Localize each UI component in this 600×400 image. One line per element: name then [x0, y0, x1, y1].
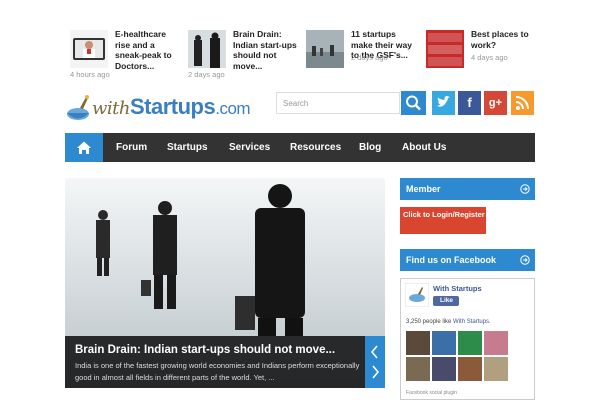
news-title[interactable]: E-healthcare rise and a sneak-peak to Do…: [115, 29, 179, 71]
circle-arrow-icon: [520, 184, 530, 194]
fb-count-link[interactable]: With Startups.: [453, 319, 491, 325]
nav-item-about-us[interactable]: About Us: [402, 133, 446, 162]
page-avatar[interactable]: [405, 283, 429, 307]
home-icon: [77, 141, 91, 154]
logo-text: withStartups.com: [92, 94, 251, 120]
fb-like-label: Like: [440, 297, 454, 304]
fan-avatar[interactable]: [406, 357, 430, 381]
news-time: 2 days ago: [188, 70, 225, 79]
news-thumbnail[interactable]: [306, 30, 344, 68]
news-item[interactable]: E-healthcare rise and a sneak-peak to Do…: [68, 26, 180, 79]
search-icon: [406, 95, 421, 111]
facebook-widget-header: Find us on Facebook: [400, 249, 535, 271]
circle-arrow-icon: [520, 255, 530, 265]
fan-avatar[interactable]: [458, 331, 482, 355]
fb-like-button[interactable]: Like: [433, 296, 459, 306]
twitter-button[interactable]: [432, 91, 455, 115]
nav-home[interactable]: [65, 133, 103, 162]
nav-item-services[interactable]: Services: [229, 133, 270, 162]
googleplus-icon: g+: [488, 97, 503, 109]
news-time: 2 days ago: [351, 53, 388, 62]
news-thumbnail[interactable]: [426, 30, 464, 68]
chevron-right-icon[interactable]: [372, 365, 380, 379]
rss-button[interactable]: [511, 91, 534, 115]
featured-slider[interactable]: Brain Drain: Indian start-ups should not…: [65, 178, 385, 388]
fan-avatar[interactable]: [484, 357, 508, 381]
fb-count-text: 3,250 people like: [406, 319, 454, 325]
fan-avatar[interactable]: [432, 331, 456, 355]
fan-avatar[interactable]: [432, 357, 456, 381]
fan-avatar[interactable]: [406, 331, 430, 355]
news-thumbnail[interactable]: [188, 30, 226, 68]
main-nav: Forum Startups Services Resources Blog A…: [65, 133, 535, 162]
facebook-widget-title: Find us on Facebook: [406, 255, 497, 265]
nav-item-resources[interactable]: Resources: [290, 133, 341, 162]
facebook-icon: f: [467, 95, 472, 110]
logo-icon: [67, 95, 89, 120]
news-time: 4 days ago: [471, 53, 508, 62]
facebook-button[interactable]: f: [458, 91, 481, 115]
login-register-label: Click to Login/Register: [403, 210, 485, 219]
nav-item-forum[interactable]: Forum: [116, 133, 147, 162]
fb-like-count: 3,250 people like With Startups.: [406, 319, 491, 325]
twitter-icon: [437, 96, 450, 107]
fan-avatar[interactable]: [458, 357, 482, 381]
rss-icon: [515, 96, 529, 110]
news-time: 4 hours ago: [70, 70, 110, 79]
chevron-left-icon[interactable]: [370, 345, 378, 359]
slider-controls: [365, 336, 385, 388]
site-logo[interactable]: withStartups.com: [64, 92, 264, 122]
logo-with: with: [92, 98, 131, 119]
slide-caption[interactable]: Brain Drain: Indian start-ups should not…: [65, 336, 365, 388]
news-strip: E-healthcare rise and a sneak-peak to Do…: [68, 26, 538, 79]
logo-brand: Startups: [130, 94, 216, 119]
nav-item-startups[interactable]: Startups: [167, 133, 208, 162]
nav-item-blog[interactable]: Blog: [359, 133, 381, 162]
search-input[interactable]: Search: [276, 92, 400, 114]
slide-excerpt: India is one of the fastest growing worl…: [75, 361, 360, 382]
fb-faces: [406, 331, 534, 381]
news-title[interactable]: Brain Drain: Indian start-ups should not…: [233, 29, 297, 71]
slide-title[interactable]: Brain Drain: Indian start-ups should not…: [75, 344, 335, 356]
fb-plugin-footer: Facebook social plugin: [406, 390, 457, 396]
news-title[interactable]: Best places to work?: [471, 29, 535, 50]
news-item[interactable]: Best places to work? 4 days ago: [424, 26, 536, 78]
news-item[interactable]: 11 startups make their way to the GSF's.…: [304, 26, 416, 78]
member-widget-header: Member: [400, 178, 535, 200]
logo-tld: .com: [215, 99, 251, 118]
news-item[interactable]: Brain Drain: Indian start-ups should not…: [186, 26, 298, 79]
fb-page-name[interactable]: With Startups: [433, 284, 482, 293]
member-widget-title: Member: [406, 184, 441, 194]
googleplus-button[interactable]: g+: [484, 91, 507, 115]
facebook-like-box: With Startups Like 3,250 people like Wit…: [400, 278, 535, 400]
news-thumbnail[interactable]: [70, 30, 108, 68]
fan-avatar[interactable]: [484, 331, 508, 355]
login-register-button[interactable]: Click to Login/Register: [400, 207, 486, 234]
search-button[interactable]: [401, 91, 426, 115]
